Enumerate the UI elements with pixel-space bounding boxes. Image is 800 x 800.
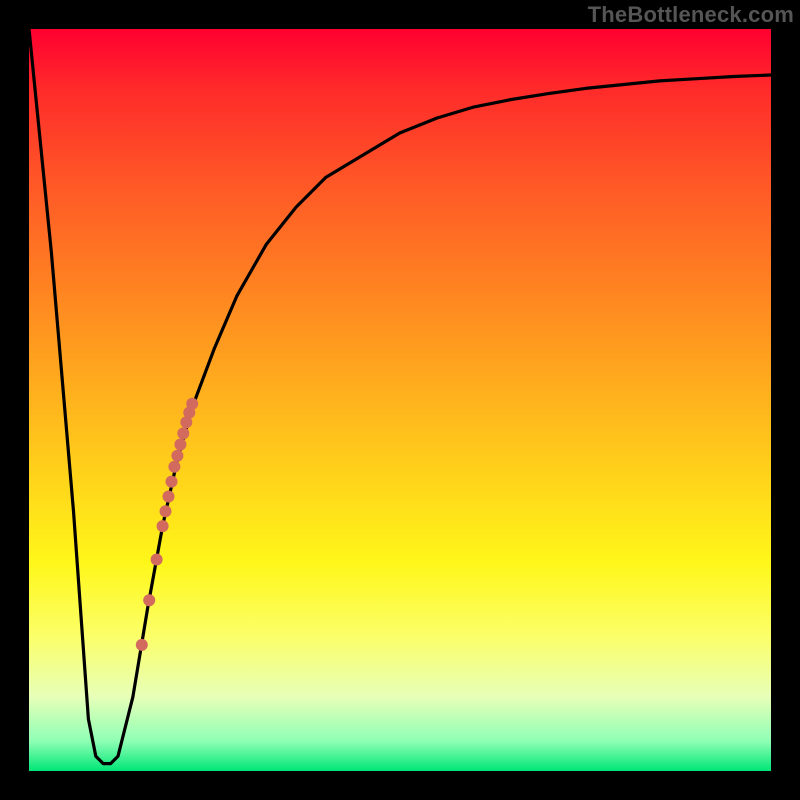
highlight-point: [157, 520, 169, 532]
highlight-point: [163, 491, 175, 503]
highlight-point: [171, 450, 183, 462]
highlight-point: [168, 461, 180, 473]
highlight-point: [174, 439, 186, 451]
highlight-segment: [136, 398, 198, 651]
highlight-point: [136, 639, 148, 651]
plot-area: [29, 29, 771, 771]
highlight-point: [166, 476, 178, 488]
bottleneck-curve: [29, 29, 771, 764]
chart-svg: [29, 29, 771, 771]
highlight-point: [151, 554, 163, 566]
highlight-point: [143, 594, 155, 606]
watermark-text: TheBottleneck.com: [588, 2, 794, 28]
highlight-point: [186, 398, 198, 410]
highlight-point: [160, 505, 172, 517]
highlight-point: [177, 427, 189, 439]
chart-frame: TheBottleneck.com: [0, 0, 800, 800]
